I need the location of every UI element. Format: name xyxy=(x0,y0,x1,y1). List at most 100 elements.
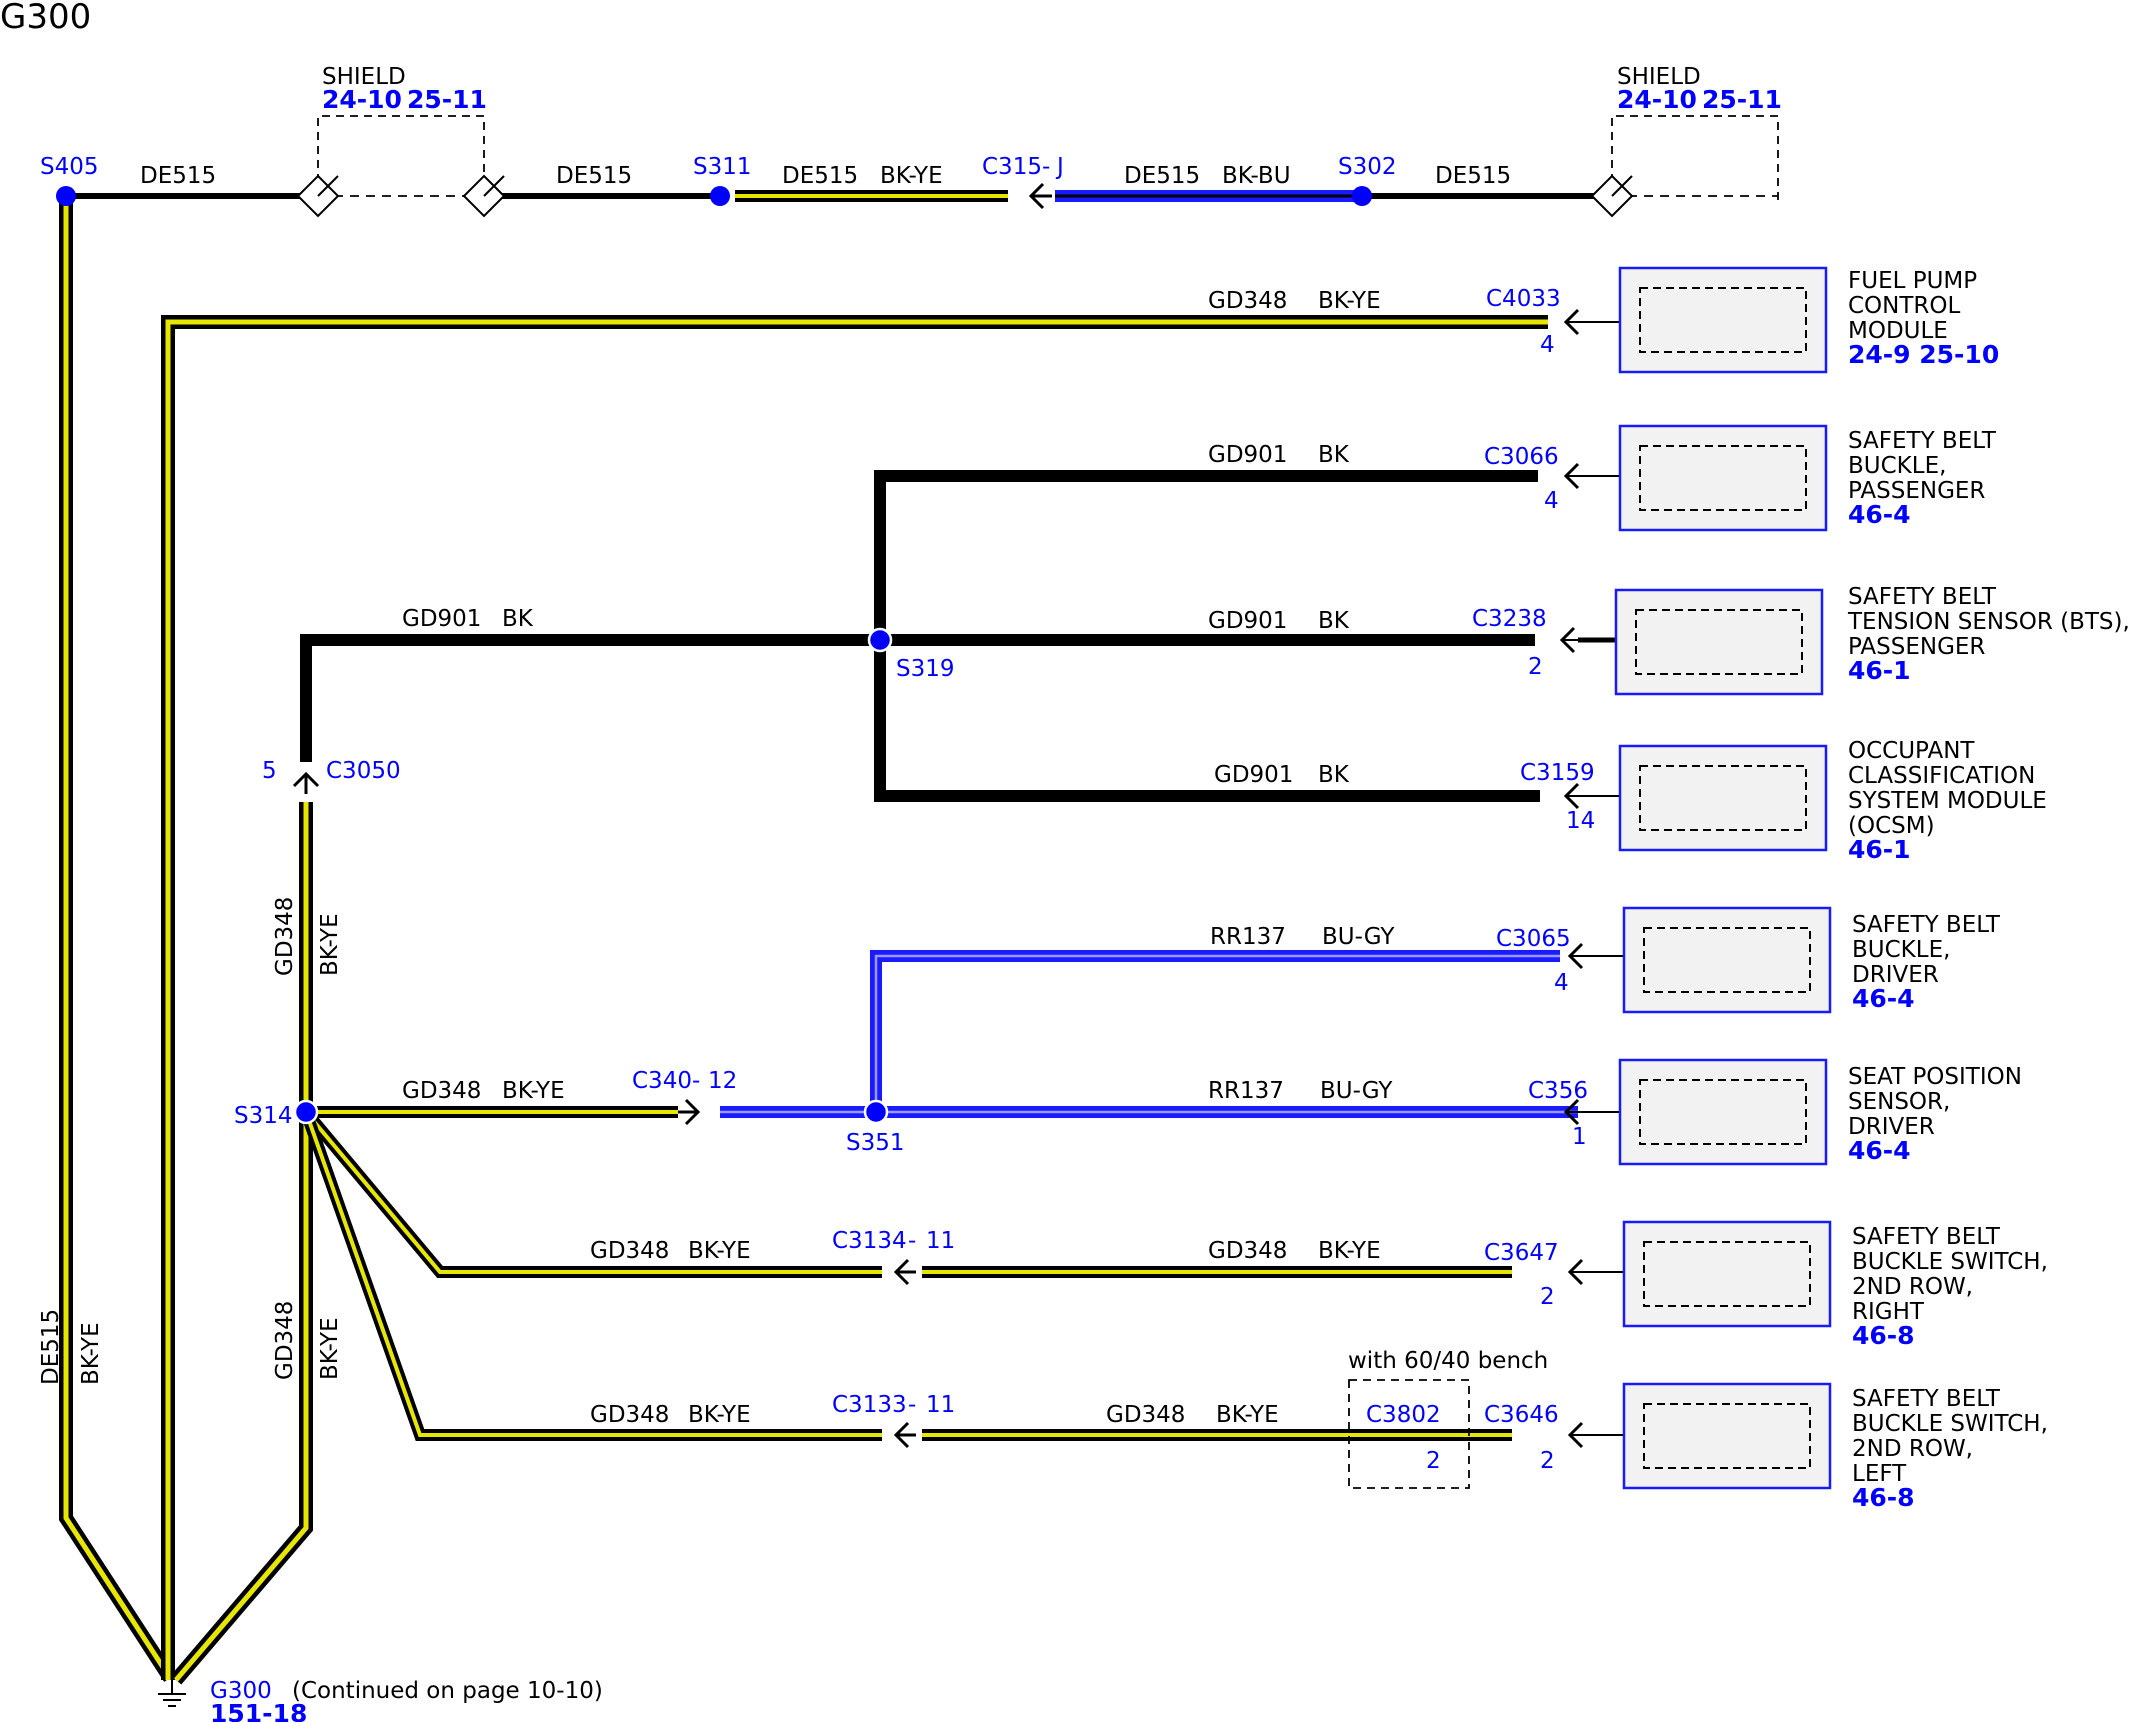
module-box xyxy=(1614,588,1824,696)
component-name: BUCKLE SWITCH, xyxy=(1852,1411,2048,1437)
component-ref[interactable]: 46-4 xyxy=(1848,1136,1911,1165)
circuit-label: DE515 xyxy=(140,163,216,189)
module-box xyxy=(1618,744,1828,852)
splice-dot xyxy=(867,627,893,653)
component-name: 2ND ROW, xyxy=(1852,1274,1973,1300)
component-ref[interactable]: 46-1 xyxy=(1848,656,1911,685)
circuit-label: GD348 xyxy=(272,897,298,976)
component-module[interactable]: C36462SAFETY BELTBUCKLE SWITCH,2ND ROW,L… xyxy=(1484,1382,2048,1512)
gd901-wires xyxy=(300,470,1616,802)
splice-label: S302 xyxy=(1338,154,1397,180)
component-name: FUEL PUMP xyxy=(1848,268,1977,294)
component-name: CONTROL xyxy=(1848,293,1961,319)
connector-label[interactable]: C3134 xyxy=(832,1228,907,1254)
splice-label: S405 xyxy=(40,154,99,180)
component-module[interactable]: C3561SEAT POSITIONSENSOR,DRIVER46-4 xyxy=(1528,1058,2022,1166)
connector-label[interactable]: C3802 xyxy=(1366,1402,1441,1428)
connector-pin: 2 xyxy=(1426,1448,1441,1474)
connector-dash: - xyxy=(908,1392,916,1418)
splice-dot xyxy=(1352,186,1372,206)
connector-label[interactable]: C3646 xyxy=(1484,1402,1559,1428)
module-box xyxy=(1618,424,1828,532)
component-module[interactable]: C3159 14 OCCUPANTCLASSIFICATIONSYSTEM MODU… xyxy=(1520,738,2047,864)
option-note: with 60/40 bench xyxy=(1348,1348,1548,1374)
component-name: SEAT POSITION xyxy=(1848,1064,2022,1090)
shield-diamond-icon xyxy=(462,174,506,218)
connector-label[interactable]: C315 xyxy=(982,154,1042,180)
connector-pin: 14 xyxy=(1566,808,1595,834)
circuit-label: GD348 xyxy=(590,1402,669,1428)
circuit-label: RR137 xyxy=(1208,1078,1284,1104)
rr137-wires xyxy=(720,950,1578,1118)
circuit-label: DE515 xyxy=(782,163,858,189)
circuit-label: GD901 xyxy=(1208,608,1287,634)
connector-label[interactable]: C3133 xyxy=(832,1392,907,1418)
splice-dot xyxy=(56,186,76,206)
circuit-label: DE515 xyxy=(1435,163,1511,189)
connector-pin: 2 xyxy=(1540,1448,1555,1474)
circuit-label: GD901 xyxy=(1208,442,1287,468)
connector-pin: J xyxy=(1055,154,1064,180)
component-name: SAFETY BELT xyxy=(1848,428,1997,454)
component-name: CLASSIFICATION xyxy=(1848,763,2035,789)
component-ref[interactable]: 46-8 xyxy=(1852,1483,1915,1512)
connector-pin: 5 xyxy=(262,758,277,784)
component-ref[interactable]: 46-4 xyxy=(1852,984,1915,1013)
splice-label: S311 xyxy=(693,154,752,180)
component-name: SAFETY BELT xyxy=(1848,584,1997,610)
connector-pin: 2 xyxy=(1528,654,1543,680)
component-module[interactable]: C30664SAFETY BELTBUCKLE,PASSENGER46-4 xyxy=(1484,424,1997,532)
circuit-label: GD348 xyxy=(402,1078,481,1104)
circuit-label: GD348 xyxy=(1106,1402,1185,1428)
wire-color-label: BK-YE xyxy=(1318,1238,1381,1264)
component-ref[interactable]: 24-9 25-10 xyxy=(1848,340,1999,369)
wire-color-label: BK-YE xyxy=(78,1322,104,1385)
circuit-label: GD348 xyxy=(1208,1238,1287,1264)
component-module[interactable]: C36472SAFETY BELTBUCKLE SWITCH,2ND ROW,R… xyxy=(1484,1220,2048,1350)
connector-label[interactable]: C3159 xyxy=(1520,760,1595,786)
connector-label[interactable]: C4033 xyxy=(1486,286,1561,312)
connector-label[interactable]: C340 xyxy=(632,1068,692,1094)
component-ref[interactable]: 46-4 xyxy=(1848,500,1911,529)
circuit-label: DE515 xyxy=(556,163,632,189)
shield-left-ref[interactable]: 24-10 xyxy=(322,85,402,114)
circuit-label: DE515 xyxy=(1124,163,1200,189)
shield-right-ref[interactable]: 25-11 xyxy=(1702,85,1782,114)
circuit-label: DE515 xyxy=(38,1309,64,1385)
connector-label[interactable]: C3647 xyxy=(1484,1240,1559,1266)
connector-dash: - xyxy=(908,1228,916,1254)
wire-color-label: BK-YE xyxy=(880,163,943,189)
wire-color-label: BK-YE xyxy=(688,1238,751,1264)
connector-dash: - xyxy=(1042,154,1050,180)
component-list: C40334FUEL PUMPCONTROLMODULE24-9 25-10 C3… xyxy=(1472,266,2130,1512)
connector-label[interactable]: C3238 xyxy=(1472,606,1547,632)
connector-pin: 1 xyxy=(1572,1124,1587,1150)
component-name: BUCKLE SWITCH, xyxy=(1852,1249,2048,1275)
wire-color-label: BK-YE xyxy=(317,913,343,976)
connector-pin: 11 xyxy=(926,1228,955,1254)
shield-right-ref[interactable]: 24-10 xyxy=(1617,85,1697,114)
wire-color-label: BK xyxy=(1318,608,1350,634)
wire-color-label: BK xyxy=(1318,762,1350,788)
component-module[interactable]: C30654SAFETY BELTBUCKLE,DRIVER46-4 xyxy=(1496,906,2001,1014)
shield-left-ref[interactable]: 25-11 xyxy=(407,85,487,114)
component-module[interactable]: C40334FUEL PUMPCONTROLMODULE24-9 25-10 xyxy=(1486,266,1999,374)
component-name: 2ND ROW, xyxy=(1852,1436,1973,1462)
connector-label[interactable]: C3066 xyxy=(1484,444,1559,470)
connector-pin: 12 xyxy=(708,1068,737,1094)
component-name: TENSION SENSOR (BTS), xyxy=(1847,609,2130,635)
circuit-label: GD348 xyxy=(1208,288,1287,314)
connector-label[interactable]: C356 xyxy=(1528,1078,1588,1104)
wire-color-label: BK xyxy=(502,606,534,632)
component-module[interactable]: C32382SAFETY BELTTENSION SENSOR (BTS),PA… xyxy=(1472,584,2130,696)
wire-color-label: BU-GY xyxy=(1320,1078,1393,1104)
component-ref[interactable]: 46-8 xyxy=(1852,1321,1915,1350)
splice-label: S319 xyxy=(896,656,955,682)
wire-color-label: BK-YE xyxy=(317,1317,343,1380)
component-ref[interactable]: 46-1 xyxy=(1848,835,1911,864)
connector-label[interactable]: C3065 xyxy=(1496,926,1571,952)
connector-label[interactable]: C3050 xyxy=(326,758,401,784)
wire-color-label: BK-YE xyxy=(502,1078,565,1104)
module-box xyxy=(1622,1220,1832,1328)
shield-left-outline xyxy=(317,115,485,182)
